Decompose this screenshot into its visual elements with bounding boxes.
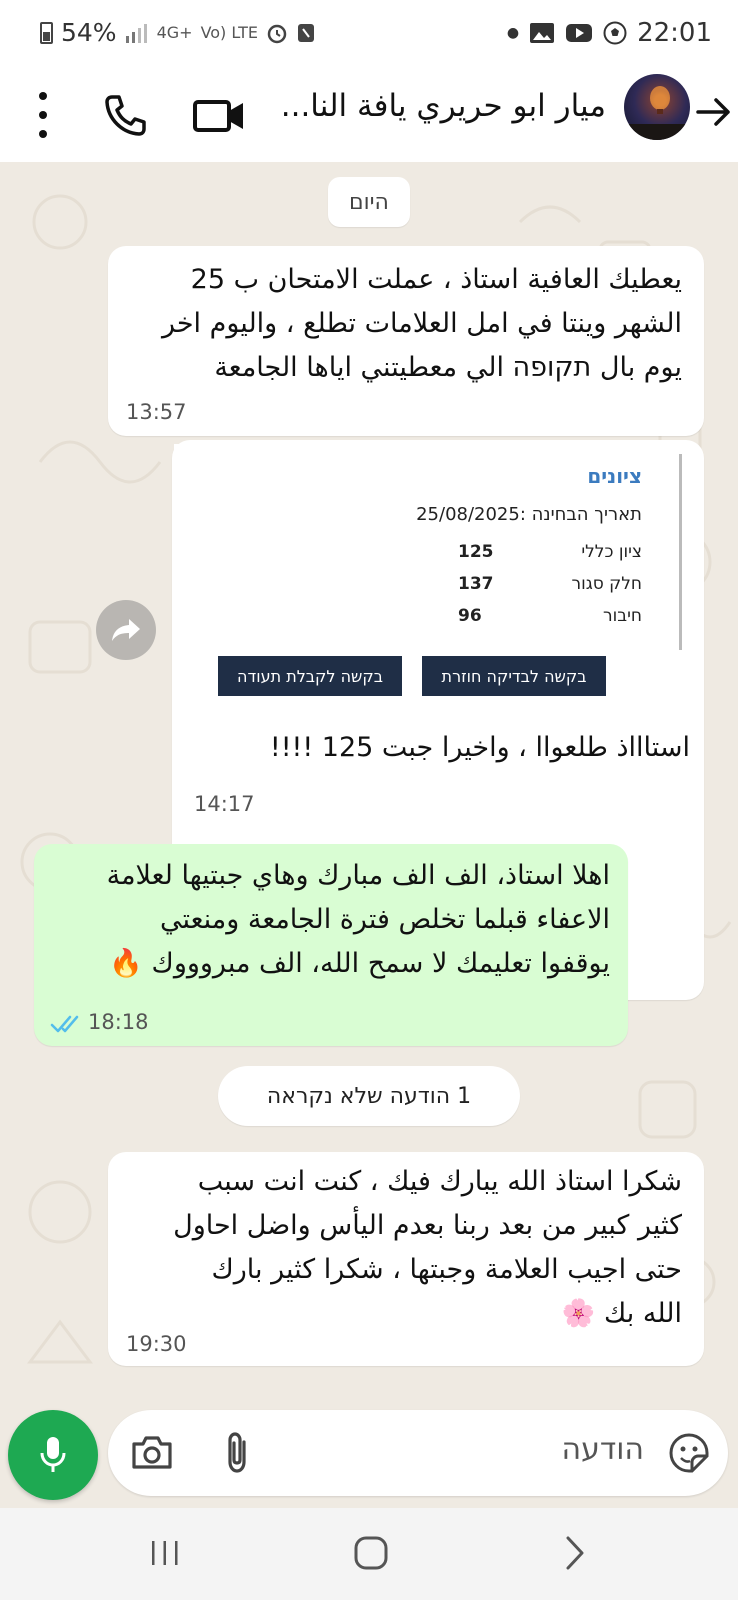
card-certificate-button: בקשה לקבלת תעודה — [218, 656, 402, 696]
camera-icon[interactable] — [130, 1432, 174, 1472]
gallery-icon — [530, 23, 555, 43]
mic-button[interactable] — [8, 1410, 98, 1500]
avatar[interactable] — [624, 74, 690, 140]
nfc-icon — [297, 23, 314, 42]
dot-icon: ● — [506, 25, 520, 41]
card-scrollbar — [679, 454, 682, 650]
message-bubble-incoming[interactable]: يعطيك العافية استاذ ، عملت الامتحان ب 25… — [108, 246, 704, 436]
recent-apps-icon[interactable] — [148, 1538, 182, 1568]
message-text: استاااذ طلعواا ، واخيرا جبت 125 !!!! — [269, 732, 690, 763]
card-row-label: ציון כללי — [581, 542, 642, 562]
message-bubble-outgoing[interactable]: اهلا استاذ، الف الف مبارك وهاي جبتيها لع… — [34, 844, 628, 1046]
system-nav-bar — [0, 1508, 738, 1600]
home-icon[interactable] — [352, 1534, 390, 1572]
signal-icon — [125, 23, 147, 43]
battery-percentage: 54% — [61, 18, 117, 47]
message-text-line: يوقفوا تعليمك لا سمح الله، الف مبروووك 🔥 — [109, 948, 610, 979]
emoji-sticker-icon[interactable] — [668, 1432, 710, 1474]
alarm-icon — [267, 24, 287, 43]
message-text-line: حتى اجيب العلامة وجبتها ، شكرا كثير بارك — [211, 1254, 683, 1285]
message-input[interactable]: הודעה — [108, 1410, 728, 1496]
card-row-label: חיבור — [603, 606, 642, 626]
card-exam-date: תאריך הבחינה :25/08/2025 — [416, 504, 642, 525]
message-text-line: يعطيك العافية استاذ ، عملت الامتحان ب 25 — [190, 264, 682, 295]
card-row-value: 96 — [458, 606, 482, 626]
volte-icon: Vo) LTE — [200, 22, 258, 42]
soccer-icon — [603, 21, 627, 45]
compose-bar: הודעה — [0, 1380, 738, 1508]
attach-icon[interactable] — [220, 1430, 254, 1476]
phone-icon[interactable] — [100, 90, 150, 140]
message-bubble-incoming[interactable]: شكرا استاذ الله يبارك فيك ، كنت انت سبب … — [108, 1152, 704, 1366]
message-text-line: اهلا استاذ، الف الف مبارك وهاي جبتيها لع… — [106, 860, 610, 891]
unread-divider: 1 הודעה שלא נקראה — [218, 1066, 520, 1126]
grades-screenshot-image[interactable]: ציונים תאריך הבחינה :25/08/2025 ציון כלל… — [174, 444, 694, 704]
forward-icon — [112, 619, 140, 641]
card-row-value: 125 — [458, 542, 494, 562]
forward-button[interactable] — [96, 600, 156, 660]
message-time: 13:57 — [126, 400, 187, 424]
contact-name[interactable]: ميار ابو حريري يافة النا... — [266, 88, 606, 124]
message-time: 19:30 — [126, 1332, 187, 1356]
message-text-line: كثير كبير من بعد ربنا بعدم اليأس واضل اح… — [173, 1210, 682, 1241]
battery-icon — [40, 21, 53, 44]
date-divider: היום — [328, 177, 410, 227]
chat-header: ميار ابو حريري يافة النا... — [0, 70, 738, 162]
card-recheck-button: בקשה לבדיקה חוזרת — [422, 656, 606, 696]
status-left: 54% 4G+ Vo) LTE — [40, 18, 316, 47]
status-right: ● 22:01 — [507, 18, 712, 48]
back-icon[interactable] — [562, 1534, 588, 1572]
more-options-button[interactable] — [28, 90, 58, 140]
message-text-line: الله بك 🌸 — [561, 1298, 682, 1329]
message-time: 18:18 — [88, 1010, 149, 1034]
video-call-icon[interactable] — [190, 90, 250, 140]
card-row-label: חלק סגור — [571, 574, 643, 594]
message-text-line: الشهر وينتا في امل العلامات تطلع ، واليو… — [161, 308, 682, 339]
read-receipt-icon — [50, 1015, 79, 1033]
youtube-icon — [566, 24, 593, 42]
message-text-line: الاعفاء قبلما تخلص فترة الجامعة ومنعتي — [159, 904, 610, 935]
mic-icon — [40, 1437, 66, 1472]
card-title: ציונים — [587, 464, 642, 488]
back-arrow-icon[interactable] — [694, 92, 734, 132]
message-text-line: يوم بال תקופה الي معطيتني اياها الجامعة — [214, 352, 682, 383]
message-text-line: شكرا استاذ الله يبارك فيك ، كنت انت سبب — [197, 1166, 682, 1197]
message-placeholder: הודעה — [561, 1432, 644, 1467]
status-bar: 54% 4G+ Vo) LTE ● 22:01 — [0, 0, 738, 70]
message-time: 14:17 — [194, 792, 255, 816]
card-row-value: 137 — [458, 574, 494, 594]
chat-area[interactable]: היום يعطيك العافية استاذ ، عملت الامتحان… — [0, 162, 738, 1508]
clock: 22:01 — [637, 18, 712, 48]
network-4g-icon: 4G+ — [156, 22, 193, 42]
